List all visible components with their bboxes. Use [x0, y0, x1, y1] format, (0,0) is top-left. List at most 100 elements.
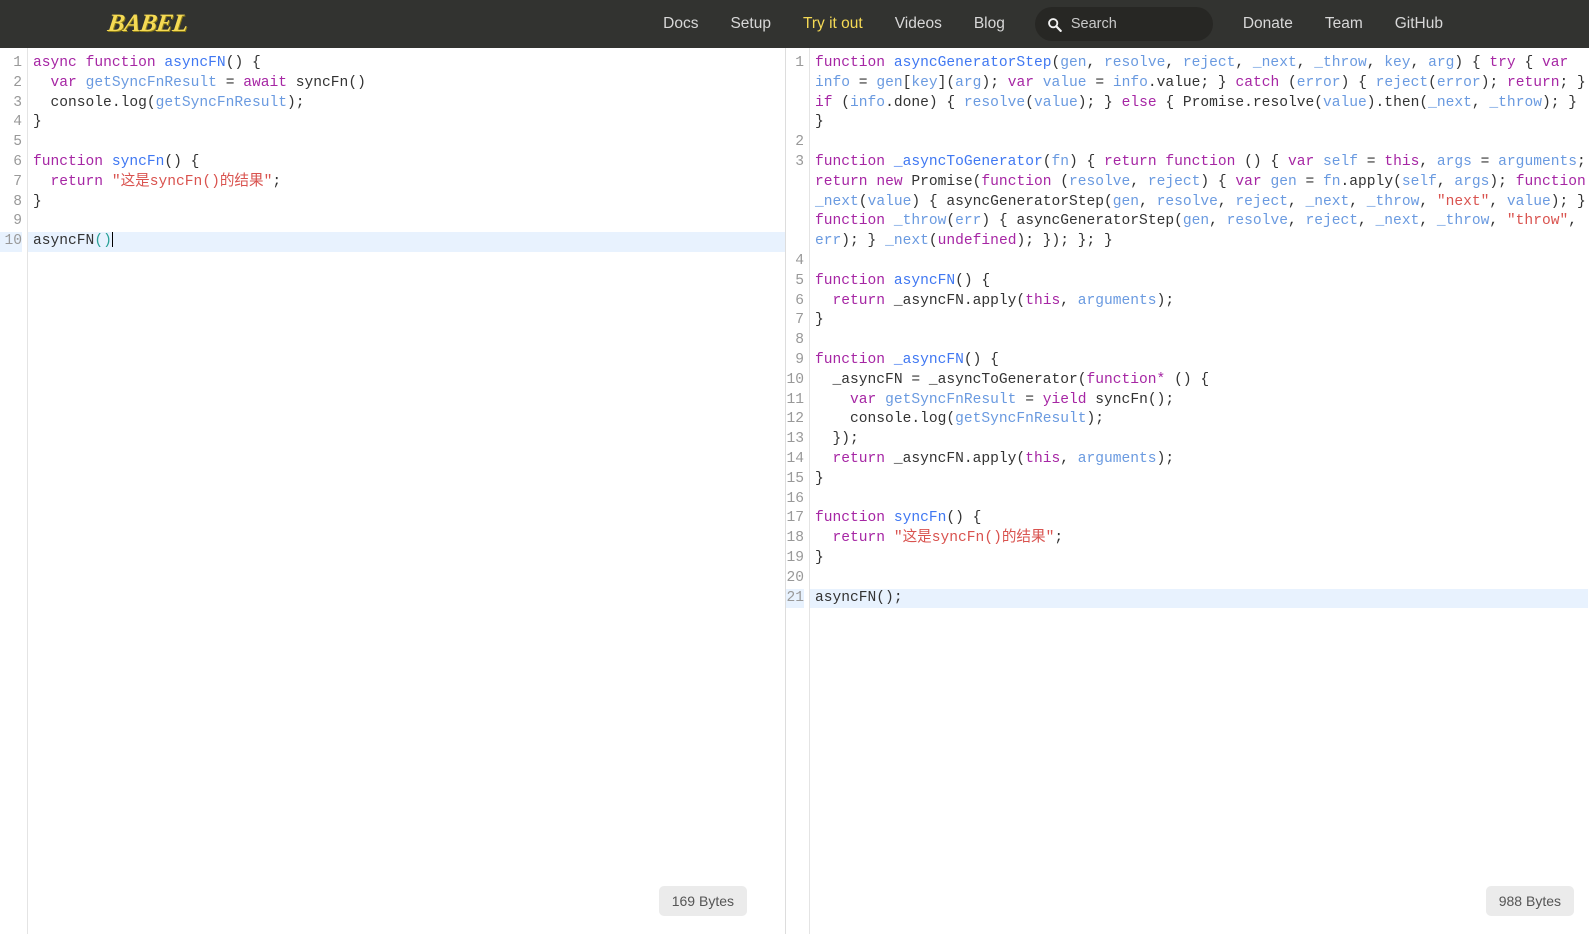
output-line-number: 7 — [795, 312, 804, 329]
output-token: = — [1016, 391, 1043, 408]
output-token: () { — [955, 272, 991, 289]
output-token: yield — [1042, 391, 1087, 408]
output-token: _asyncFN — [893, 351, 964, 368]
output-token: syncFn(); — [1086, 391, 1175, 408]
input-token: function — [85, 55, 156, 71]
output-token: ); } — [1077, 94, 1122, 111]
nav-link-try-it-out[interactable]: Try it out — [787, 15, 879, 33]
output-token: }); — [815, 431, 859, 448]
output-token: { — [1515, 55, 1542, 71]
nav-link-donate[interactable]: Donate — [1227, 15, 1309, 33]
output-token: value — [1323, 94, 1367, 111]
input-token: return — [50, 173, 104, 190]
input-line-number: 4 — [13, 114, 22, 131]
output-code-line: function asyncFN() { — [815, 272, 1588, 292]
output-token — [885, 55, 894, 71]
output-token: , — [1489, 193, 1507, 210]
input-token — [77, 55, 86, 71]
nav-link-github[interactable]: GitHub — [1379, 15, 1459, 33]
output-token — [876, 392, 885, 408]
output-code-line: function _asyncToGenerator(fn) { return … — [815, 153, 1588, 252]
output-token: err — [955, 213, 982, 230]
output-token: , — [1209, 213, 1227, 230]
input-code-line: async function asyncFN() { — [33, 54, 785, 74]
output-token: .done) { — [885, 94, 964, 111]
input-token: asyncFN — [33, 233, 95, 250]
input-editor-panel: 1 2 3 4 5 6 7 8 9 10 async function asyncFN() { v… — [0, 48, 786, 934]
output-token: function* — [1086, 371, 1166, 388]
output-token: _asyncFN = _asyncToGenerator( — [815, 371, 1087, 388]
nav-link-team[interactable]: Team — [1309, 15, 1379, 33]
output-token: , — [1060, 292, 1078, 309]
input-token: getSyncFnResult — [85, 74, 217, 91]
output-token: , — [1489, 213, 1507, 230]
nav-link-blog[interactable]: Blog — [958, 15, 1021, 33]
output-code-area: function asyncGeneratorStep(gen, resolve… — [810, 48, 1588, 934]
output-token: info — [815, 74, 851, 91]
output-line-number: 10 — [786, 371, 804, 388]
output-token: new — [876, 173, 903, 190]
output-token: self — [1401, 173, 1437, 190]
nav-link-setup[interactable]: Setup — [714, 15, 787, 33]
input-code-area[interactable]: async function asyncFN() { var getSyncFn… — [28, 48, 785, 934]
output-codemirror[interactable]: 1 2 3 4 5 6 7 8 9 10 11 12 13 14 15 16 17 18 19 20 21 functi… — [786, 48, 1588, 934]
babel-logo[interactable]: BABEL — [106, 10, 189, 38]
input-token: console.log( — [33, 94, 156, 111]
output-code-line: ​ — [815, 490, 1588, 510]
output-token: , — [1419, 153, 1437, 170]
input-code-line: console.log(getSyncFnResult); — [33, 94, 785, 114]
output-token: self — [1323, 153, 1359, 170]
output-token: ); }); }; } — [1016, 233, 1113, 250]
nav-link-docs[interactable]: Docs — [647, 15, 714, 33]
output-token: function — [1165, 153, 1236, 170]
output-code-line: function _asyncFN() { — [815, 351, 1588, 371]
search-box[interactable] — [1034, 7, 1213, 41]
output-token: () { — [1165, 371, 1210, 388]
output-token: ; — [1577, 153, 1586, 170]
output-token: this — [1384, 153, 1420, 170]
input-line-number: 8 — [13, 193, 22, 210]
output-token: = — [1296, 173, 1324, 190]
output-token: , — [1060, 450, 1078, 467]
output-token: error — [1296, 74, 1341, 91]
input-line-number: 2 — [13, 74, 22, 91]
nav-link-videos[interactable]: Videos — [879, 15, 958, 33]
output-token: resolve — [1156, 193, 1218, 210]
output-token: arguments — [1498, 153, 1577, 170]
output-token: "throw" — [1506, 213, 1569, 230]
output-token: _next — [1252, 55, 1297, 71]
output-line-number: 15 — [786, 470, 804, 487]
output-line-number-gutter: 1 2 3 4 5 6 7 8 9 10 11 12 13 14 15 16 17 18 19 20 21 — [786, 48, 810, 934]
output-code-line: return _asyncFN.apply(this, arguments); — [815, 450, 1588, 470]
output-line-number: 19 — [786, 549, 804, 566]
input-token: ; — [272, 173, 282, 190]
output-token: , — [1086, 55, 1105, 71]
input-token: function — [33, 153, 104, 170]
output-token: getSyncFnResult — [955, 411, 1087, 428]
output-token: ( — [1428, 74, 1437, 91]
input-token: () { — [225, 55, 261, 71]
output-token: ); — [1086, 411, 1105, 428]
output-token: _asyncFN.apply( — [885, 450, 1026, 467]
output-token: error — [1436, 74, 1481, 91]
input-token: "这是syncFn()的结果" — [111, 173, 273, 190]
input-line-number-gutter: 1 2 3 4 5 6 7 8 9 10 — [0, 48, 28, 934]
output-token: _throw — [1436, 213, 1490, 230]
output-line-number: 14 — [786, 450, 804, 467]
input-codemirror[interactable]: 1 2 3 4 5 6 7 8 9 10 async function asyncFN() { v… — [0, 48, 785, 934]
output-token: , — [1471, 94, 1490, 111]
output-token: .value; } — [1147, 74, 1236, 91]
search-input[interactable] — [1070, 16, 1201, 32]
output-token: value — [1033, 94, 1078, 111]
output-token: reject — [1375, 74, 1429, 91]
output-token — [885, 510, 894, 526]
output-token: _throw — [1489, 94, 1542, 111]
output-line-number: 12 — [786, 411, 804, 428]
output-token: ); — [1156, 292, 1175, 309]
output-token: ( — [928, 233, 938, 250]
output-token: reject — [1182, 55, 1236, 71]
output-token: , — [1296, 55, 1315, 71]
output-token: asyncFN(); — [815, 589, 903, 606]
output-token: _throw — [1314, 55, 1367, 71]
output-line-number: 13 — [786, 431, 804, 448]
